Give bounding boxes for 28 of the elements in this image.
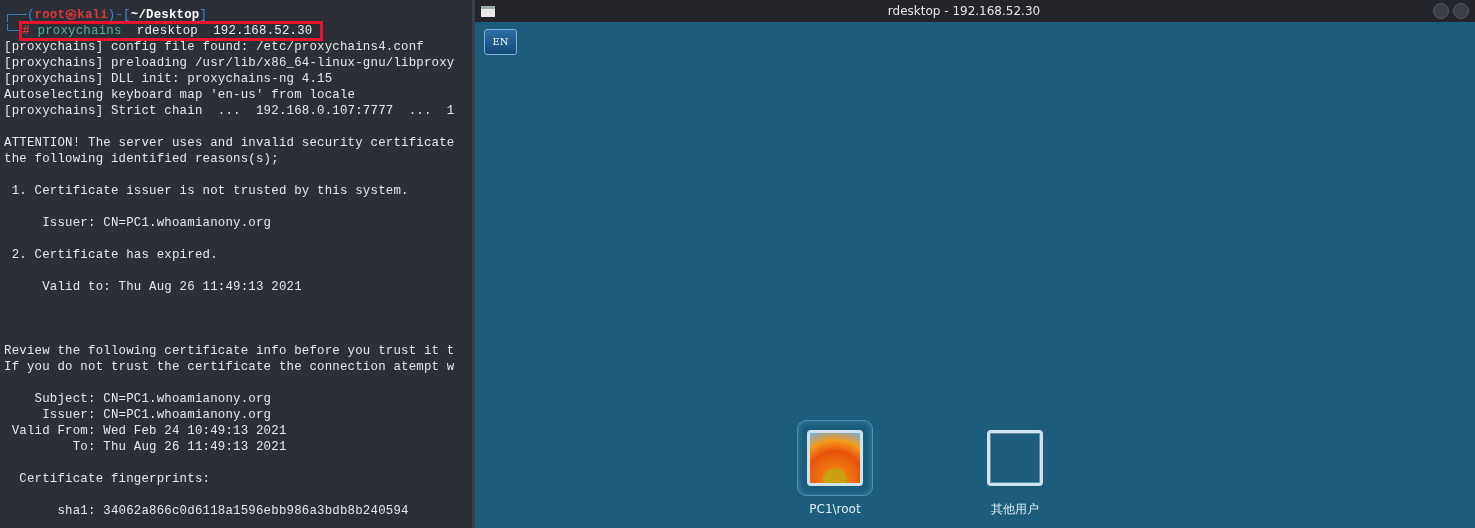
terminal-line: Valid From: Wed Feb 24 10:49:13 2021 [10, 423, 288, 439]
language-button[interactable]: EN [484, 28, 517, 55]
terminal-line: [proxychains] preloading /usr/lib/x86_64-linux-gnu/libproxy [4, 55, 456, 71]
terminal-line: Certificate fingerprints: [18, 471, 212, 487]
window-icon [481, 5, 495, 17]
terminal-line: Review the following certificate info before you trust it t [4, 343, 456, 359]
terminal-line: If you do not trust the certificate the connection atempt w [4, 359, 456, 375]
user-name: PC1\root [809, 501, 861, 518]
terminal-line: To: Thu Aug 26 11:49:13 2021 [71, 439, 288, 455]
terminal-line: ATTENTION! The server uses and invalid security certificate [4, 135, 456, 151]
terminal-line: Issuer: CN=PC1.whoamianony.org [41, 215, 273, 231]
terminal-line: 2. Certificate has expired. [10, 247, 219, 263]
terminal-line: Autoselecting keyboard map 'en-us' from locale [4, 87, 357, 103]
avatar-picture [807, 430, 863, 486]
prompt-line: ┌──(root㉿kali)-[~/Desktop] [4, 7, 209, 23]
terminal-line: [proxychains] config file found: /etc/proxychains4.conf [4, 39, 425, 55]
terminal-line: Issuer: CN=PC1.whoamianony.org [41, 407, 273, 423]
terminal-line: sha1: 34062a866c0d6118a1596ebb986a3bdb8b240594 [56, 503, 410, 519]
terminal-line: [proxychains] DLL init: proxychains-ng 4.15 [4, 71, 334, 87]
user-name: 其他用户 [991, 501, 1039, 518]
window-title: rdesktop - 192.168.52.30 [886, 3, 1042, 20]
terminal-line: the following identified reasons(s); [4, 151, 280, 167]
user-tile[interactable] [797, 420, 873, 496]
blank-avatar-frame [987, 430, 1043, 486]
terminal-line: [proxychains] Strict chain ... 192.168.0.107:7777 ... 1 [4, 103, 456, 119]
terminal-line: 1. Certificate issuer is not trusted by this system. [10, 183, 410, 199]
terminal-line: Subject: CN=PC1.whoamianony.org [33, 391, 273, 407]
terminal-line: Valid to: Thu Aug 26 11:49:13 2021 [41, 279, 303, 295]
